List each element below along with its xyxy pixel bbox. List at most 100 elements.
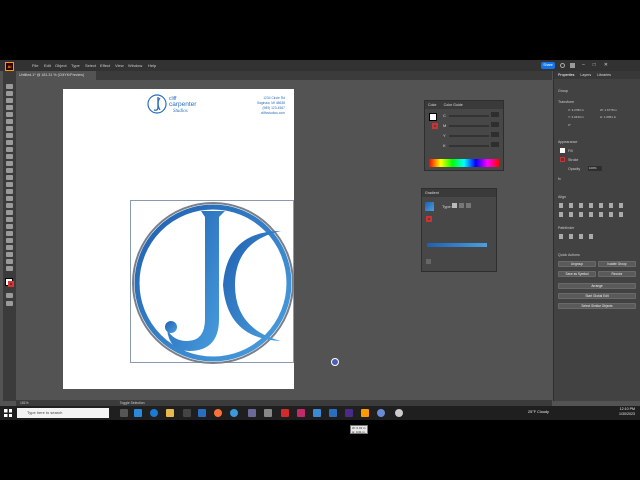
distribute-buttons[interactable] bbox=[559, 212, 629, 217]
menu-view[interactable]: View bbox=[115, 63, 124, 68]
pen-tool-icon[interactable] bbox=[6, 105, 13, 110]
color-stroke-swatch[interactable] bbox=[432, 123, 438, 129]
tab-color-guide[interactable]: Color Guide bbox=[444, 103, 463, 107]
align-buttons[interactable] bbox=[559, 203, 629, 208]
menu-edit[interactable]: Edit bbox=[44, 63, 51, 68]
slider-y[interactable] bbox=[449, 135, 489, 137]
zoom-level[interactable]: 181% bbox=[20, 401, 29, 405]
menu-help[interactable]: Help bbox=[148, 63, 156, 68]
slice-tool-icon[interactable] bbox=[6, 252, 13, 257]
save-as-symbol-button[interactable]: Save as Symbol bbox=[558, 271, 596, 277]
radial-gradient-icon[interactable] bbox=[459, 203, 464, 208]
value-y[interactable] bbox=[491, 132, 499, 137]
color-spectrum[interactable] bbox=[429, 159, 499, 167]
tab-libraries[interactable]: Libraries bbox=[597, 73, 611, 77]
arrange-button[interactable]: Arrange bbox=[558, 283, 636, 289]
premiere-icon[interactable] bbox=[345, 409, 353, 417]
scale-tool-icon[interactable] bbox=[6, 168, 13, 173]
screen-mode-icon[interactable] bbox=[6, 301, 13, 306]
zoom-tool-icon[interactable] bbox=[6, 266, 13, 271]
eraser-tool-icon[interactable] bbox=[6, 154, 13, 159]
curvature-tool-icon[interactable] bbox=[6, 112, 13, 117]
app-icon-3[interactable] bbox=[313, 409, 321, 417]
rectangle-tool-icon[interactable] bbox=[6, 133, 13, 138]
eyedropper-tool-icon[interactable] bbox=[6, 217, 13, 222]
menu-type[interactable]: Type bbox=[71, 63, 80, 68]
symbol-sprayer-icon[interactable] bbox=[6, 231, 13, 236]
document-tab[interactable]: Untitled-1* @ 181.31 % (CMYK/Preview) bbox=[16, 71, 96, 80]
blend-tool-icon[interactable] bbox=[6, 224, 13, 229]
firefox-icon[interactable] bbox=[214, 409, 222, 417]
share-button[interactable]: Share bbox=[541, 62, 555, 69]
outlook-icon[interactable] bbox=[198, 409, 206, 417]
color-fill-swatch[interactable] bbox=[429, 113, 437, 121]
selected-logo-group[interactable] bbox=[130, 200, 294, 364]
menu-file[interactable]: File bbox=[32, 63, 38, 68]
taskbar-search-input[interactable]: Type here to search bbox=[17, 408, 109, 418]
file-explorer-icon[interactable] bbox=[166, 409, 174, 417]
gradient-slider[interactable] bbox=[427, 243, 487, 247]
transform-h[interactable]: H: 1.6951 in bbox=[600, 115, 616, 119]
linear-gradient-icon[interactable] bbox=[452, 203, 457, 208]
isolate-group-button[interactable]: Isolate Group bbox=[598, 261, 636, 267]
app-icon-1[interactable] bbox=[248, 409, 256, 417]
magic-wand-icon[interactable] bbox=[6, 98, 13, 103]
line-tool-icon[interactable] bbox=[6, 126, 13, 131]
transform-x[interactable]: X: 3.2782 in bbox=[568, 108, 584, 112]
edge-icon[interactable] bbox=[150, 409, 158, 417]
recolor-button[interactable]: Recolor bbox=[598, 271, 636, 277]
freeform-gradient-icon[interactable] bbox=[466, 203, 471, 208]
menu-object[interactable]: Object bbox=[55, 63, 67, 68]
mesh-tool-icon[interactable] bbox=[6, 203, 13, 208]
menu-window[interactable]: Window bbox=[128, 63, 142, 68]
gradient-stroke-swatch[interactable] bbox=[426, 216, 432, 222]
tab-properties[interactable]: Properties bbox=[558, 73, 574, 77]
menu-effect[interactable]: Effect bbox=[100, 63, 110, 68]
ungroup-button[interactable]: Ungroup bbox=[558, 261, 596, 267]
transform-w[interactable]: W: 1.6778 in bbox=[600, 108, 617, 112]
fx-icon[interactable]: fx bbox=[558, 177, 561, 181]
app-icon-2[interactable] bbox=[264, 409, 272, 417]
free-transform-icon[interactable] bbox=[6, 182, 13, 187]
value-k[interactable] bbox=[491, 142, 499, 147]
task-view-icon[interactable] bbox=[120, 409, 128, 417]
chrome-active-icon[interactable] bbox=[377, 409, 385, 417]
direct-selection-tool-icon[interactable] bbox=[6, 91, 13, 96]
stroke-swatch[interactable] bbox=[8, 281, 14, 287]
value-m[interactable] bbox=[491, 122, 499, 127]
appearance-fill-swatch[interactable] bbox=[560, 148, 565, 153]
acrobat-icon[interactable] bbox=[281, 409, 289, 417]
system-clock[interactable]: 12:10 PM 1/30/2023 bbox=[603, 407, 635, 417]
photoshop-icon[interactable] bbox=[329, 409, 337, 417]
shape-builder-icon[interactable] bbox=[6, 189, 13, 194]
paintbrush-tool-icon[interactable] bbox=[6, 140, 13, 145]
artboard-tool-icon[interactable] bbox=[6, 245, 13, 250]
start-global-edit-button[interactable]: Start Global Edit bbox=[558, 293, 636, 299]
weather-widget[interactable]: 25°F Cloudy bbox=[528, 410, 549, 414]
selection-tool-icon[interactable] bbox=[6, 84, 13, 89]
pencil-tool-icon[interactable] bbox=[6, 147, 13, 152]
store-icon[interactable] bbox=[183, 409, 191, 417]
settings-icon[interactable] bbox=[395, 409, 403, 417]
slider-k[interactable] bbox=[449, 145, 489, 147]
gradient-preview-swatch[interactable] bbox=[425, 202, 434, 211]
transform-angle[interactable]: 0° bbox=[568, 123, 571, 127]
pathfinder-buttons[interactable] bbox=[559, 234, 599, 239]
tab-color[interactable]: Color bbox=[428, 103, 437, 107]
eyedropper-icon[interactable] bbox=[426, 259, 431, 264]
status-toggle-selection[interactable]: Toggle Selection bbox=[120, 401, 145, 405]
chrome-icon[interactable] bbox=[230, 409, 238, 417]
tab-layers[interactable]: Layers bbox=[580, 73, 591, 77]
illustrator-taskbar-icon[interactable] bbox=[361, 409, 369, 417]
chat-icon[interactable] bbox=[134, 409, 142, 417]
hand-tool-icon[interactable] bbox=[6, 259, 13, 264]
window-controls[interactable]: –□✕ bbox=[582, 62, 632, 69]
width-tool-icon[interactable] bbox=[6, 175, 13, 180]
indesign-icon[interactable] bbox=[297, 409, 305, 417]
slider-c[interactable] bbox=[449, 115, 489, 117]
search-icon[interactable] bbox=[560, 63, 565, 68]
appearance-stroke-swatch[interactable] bbox=[560, 157, 565, 162]
perspective-grid-icon[interactable] bbox=[6, 196, 13, 201]
value-c[interactable] bbox=[491, 112, 499, 117]
gradient-tool-icon[interactable] bbox=[6, 210, 13, 215]
